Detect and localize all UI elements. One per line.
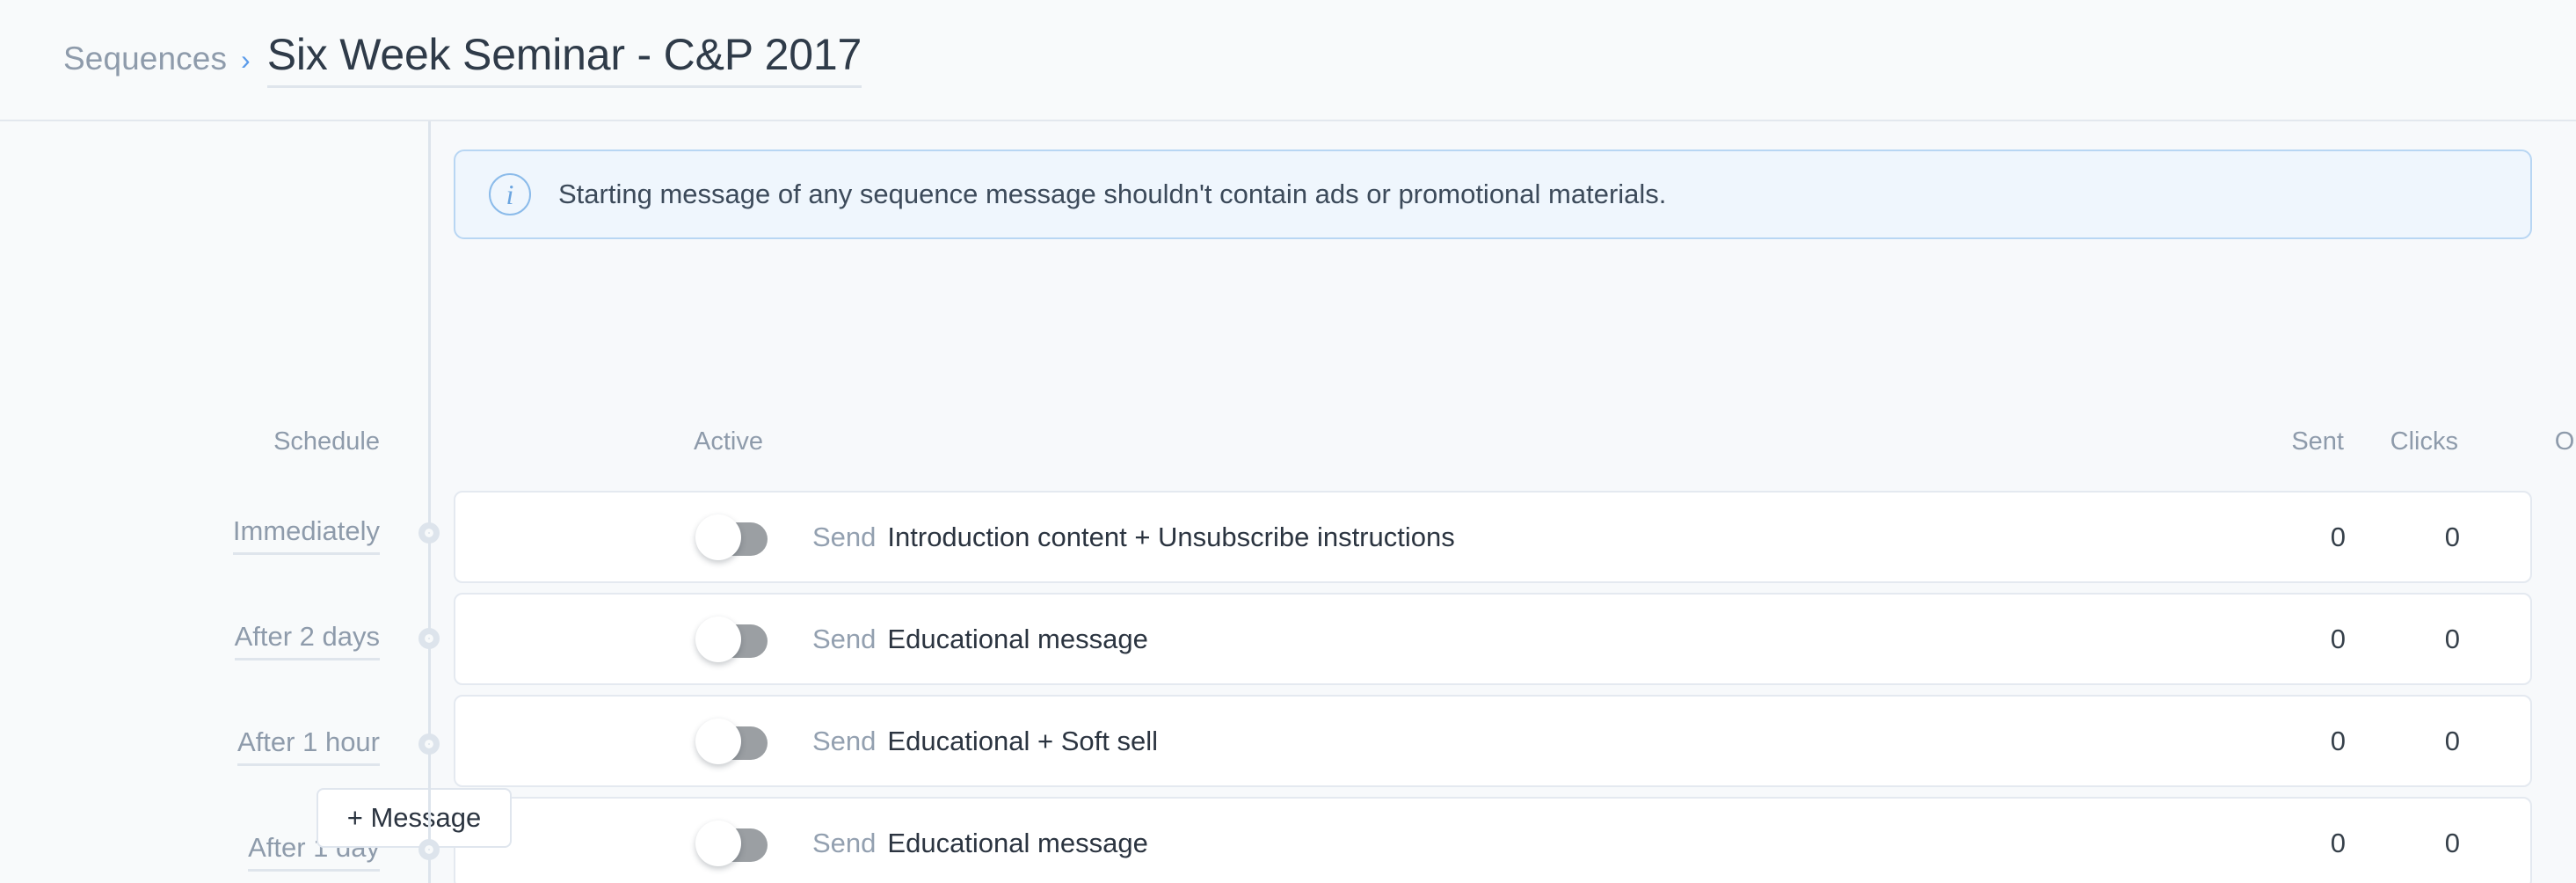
info-banner-text: Starting message of any sequence message… [558,179,1667,209]
column-header-schedule: Schedule [273,427,380,456]
metric-sent: 0 [2330,725,2346,756]
column-header-clicks: Clicks [2390,427,2458,456]
info-banner: i Starting message of any sequence messa… [454,150,2532,239]
column-header-open-rate: Open Rate [2554,427,2576,456]
active-toggle[interactable] [695,718,768,764]
send-word: Send [812,521,877,552]
metric-sent: 0 [2330,521,2346,552]
sequence-editor-page: Sequences › Six Week Seminar - C&P 2017 … [0,0,2576,883]
main-content: i Starting message of any sequence messa… [430,121,2576,883]
metric-open-rate: 0% [2460,726,2576,757]
metric-clicks: 0 [2444,521,2460,552]
breadcrumb: Sequences › Six Week Seminar - C&P 2017 [63,32,862,89]
message-row[interactable]: Send Introduction content + Unsubscribe i… [454,491,2532,583]
message-label[interactable]: Send Introduction content + Unsubscribe i… [812,522,1455,553]
schedule-item: After 1 hour [237,726,380,766]
page-header: Sequences › Six Week Seminar - C&P 2017 [0,0,2576,121]
metric-clicks: 0 [2444,623,2460,654]
active-toggle[interactable] [695,616,768,662]
metric-sent: 0 [2330,623,2346,654]
metric-open-rate: 0% [2460,624,2576,655]
toggle-knob [695,718,741,764]
chevron-right-icon: › [241,43,251,76]
info-circle-icon: i [489,173,531,215]
message-row[interactable]: SendEducational + Soft sell000%0% [454,695,2532,787]
message-title: Educational message [887,827,1148,858]
active-toggle[interactable] [695,820,768,866]
timeline-node-icon [418,838,440,860]
body-area: Schedule Immediately After 2 days After 1 … [0,121,2576,883]
metric-clicks: 0 [2444,725,2460,756]
schedule-label[interactable]: After 2 days [234,621,380,660]
schedule-label[interactable]: After 1 hour [237,726,380,766]
message-title: Educational message [887,623,1148,654]
toggle-knob [695,616,741,662]
message-title: Introduction content + Unsubscribe instr… [887,521,1455,552]
send-word: Send [812,725,877,756]
timeline-line [428,121,431,883]
send-word: Send [812,827,877,858]
add-message-button[interactable]: + Message [317,788,512,848]
toggle-knob [695,514,741,560]
schedule-rail: Schedule Immediately After 2 days After 1 … [0,121,440,883]
toggle-knob [695,820,741,866]
timeline-node-icon [418,522,440,544]
schedule-item: After 2 days [234,621,380,660]
message-row[interactable]: SendEducational message000%0% [454,593,2532,685]
timeline-node-icon [418,733,440,755]
message-label[interactable]: Send Educational message [812,624,1148,655]
message-title: Educational + Soft sell [887,725,1159,756]
metric-clicks: 0 [2444,827,2460,858]
schedule-rail-inner: Schedule Immediately After 2 days After 1 … [0,121,440,883]
message-label[interactable]: Send Educational + Soft sell [812,726,1158,757]
send-word: Send [812,623,877,654]
message-rows: Send Introduction content + Unsubscribe i… [454,491,2532,883]
message-row[interactable]: SendEducational message000%0% [454,797,2532,883]
metric-open-rate: 0% [2460,828,2576,859]
timeline-node-icon [418,627,440,649]
schedule-item: Immediately [232,515,380,555]
column-headers: Active Sent Clicks Open Rate CTR [454,427,2576,459]
message-label[interactable]: Send Educational message [812,828,1148,859]
schedule-label[interactable]: Immediately [232,515,380,555]
metric-open-rate: 0% [2460,522,2576,553]
breadcrumb-sequences-link[interactable]: Sequences [63,40,227,77]
page-title[interactable]: Six Week Seminar - C&P 2017 [266,32,862,89]
metric-sent: 0 [2330,827,2346,858]
column-header-active: Active [694,427,763,456]
active-toggle[interactable] [695,514,768,560]
column-header-sent: Sent [2291,427,2344,456]
